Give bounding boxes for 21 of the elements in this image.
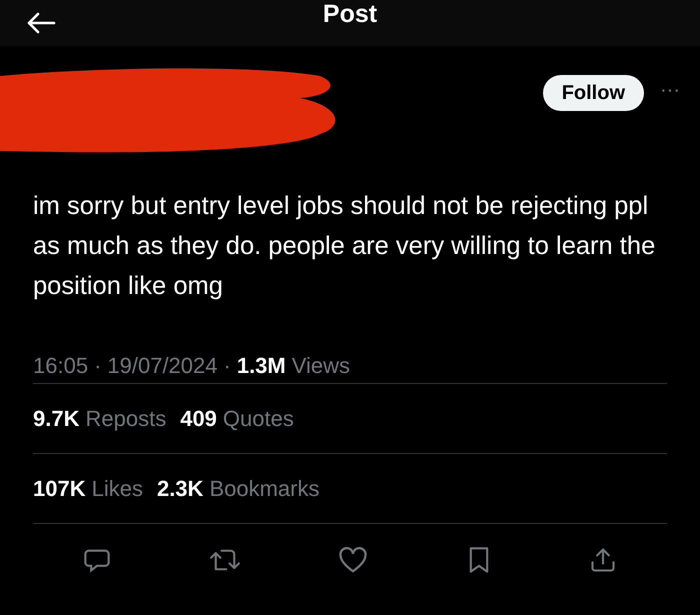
stat-label: Likes bbox=[92, 475, 143, 503]
share-icon[interactable] bbox=[589, 546, 617, 574]
stat-label: Quotes bbox=[222, 405, 294, 433]
stat-count: 107K bbox=[33, 475, 86, 503]
stat-label: Bookmarks bbox=[209, 475, 320, 503]
post-time: 16:05 bbox=[33, 352, 88, 380]
follow-button[interactable]: Follow bbox=[542, 75, 644, 111]
separator-dot: · bbox=[94, 352, 102, 380]
stat-count: 2.3K bbox=[156, 475, 204, 503]
stat-label: Reposts bbox=[85, 405, 166, 433]
more-button[interactable]: ··· bbox=[660, 75, 680, 105]
views-label: Views bbox=[292, 352, 350, 380]
heart-icon[interactable] bbox=[338, 546, 368, 574]
post-date: 19/07/2024 bbox=[107, 352, 218, 380]
stat-count: 409 bbox=[180, 405, 217, 433]
post-text: im sorry but entry level jobs should not be rejecting ppl as much as they do. people are very willing to learn the position like omg bbox=[33, 191, 656, 302]
stat-count: 9.7K bbox=[33, 405, 80, 433]
separator-dot: · bbox=[224, 352, 231, 380]
page-title: Post bbox=[322, 0, 378, 30]
back-arrow-icon[interactable] bbox=[26, 12, 56, 34]
view-count: 1.3M bbox=[236, 352, 286, 380]
